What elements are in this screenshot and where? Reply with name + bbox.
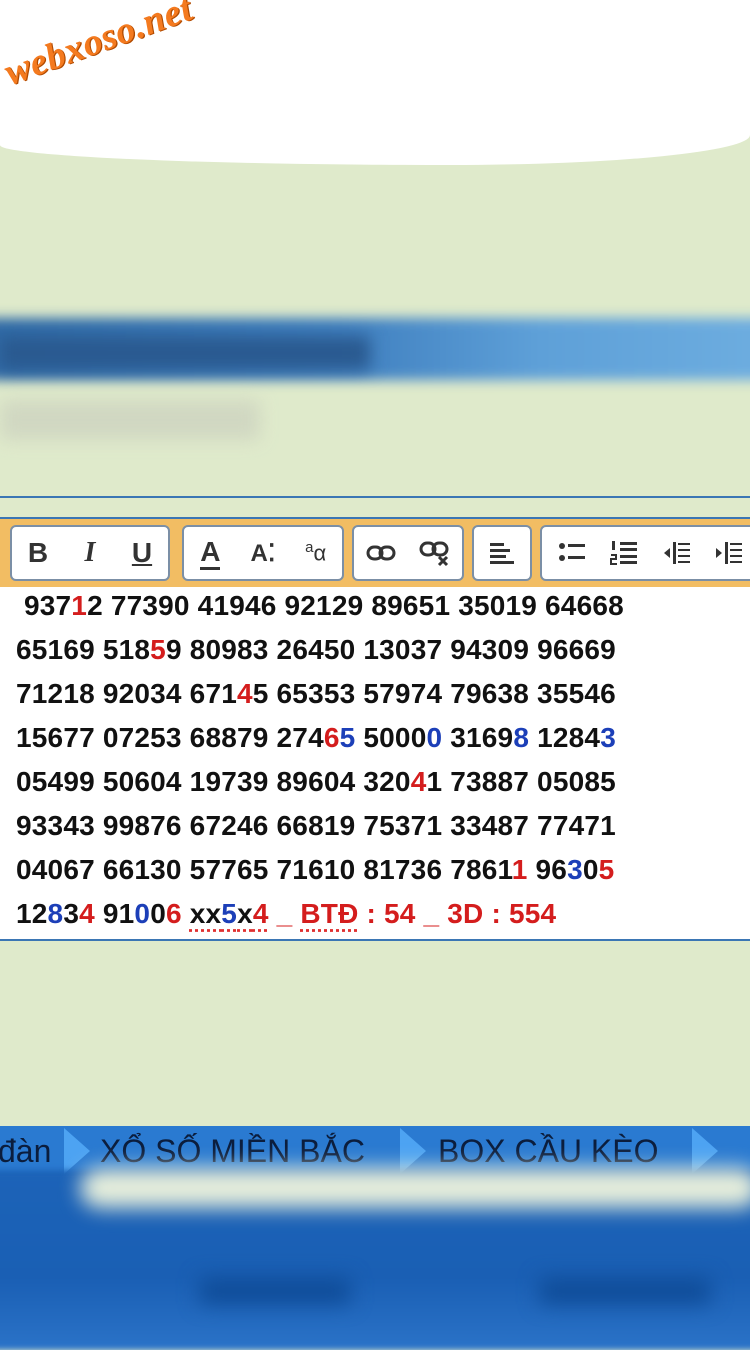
text-style-group: B I U bbox=[10, 525, 170, 581]
text-segment: 5000 bbox=[355, 722, 427, 753]
text-segment: 96 bbox=[527, 854, 568, 885]
blurred-footer-edge bbox=[80, 1168, 750, 1208]
content-line: 15677 07253 68879 27465 50000 31698 1284… bbox=[16, 722, 616, 754]
text-segment: 6 bbox=[165, 898, 182, 929]
text-segment: 5 bbox=[339, 722, 356, 753]
content-line: 93343 99876 67246 66819 75371 33487 7747… bbox=[16, 810, 616, 842]
blurred-subtitle bbox=[0, 400, 260, 440]
text-segment: 65169 518 bbox=[16, 634, 151, 665]
text-segment: 0 bbox=[134, 898, 151, 929]
link-icon bbox=[366, 545, 396, 561]
text-segment: 12 bbox=[16, 898, 48, 929]
text-segment: 04067 66130 57765 71610 81736 7861 bbox=[16, 854, 512, 885]
link-group bbox=[352, 525, 464, 581]
font-group: A A⁚ aα bbox=[182, 525, 344, 581]
text-segment: 8 bbox=[513, 722, 530, 753]
align-left-button[interactable] bbox=[482, 533, 522, 573]
text-segment: 4 bbox=[252, 898, 269, 929]
outdent-button[interactable] bbox=[656, 533, 696, 573]
indent-button[interactable] bbox=[708, 533, 748, 573]
text-segment: 0 bbox=[582, 854, 599, 885]
text-segment: 3 bbox=[567, 854, 583, 885]
text-segment: 15677 07253 68879 274 bbox=[16, 722, 324, 753]
content-line: 05499 50604 19739 89604 32041 73887 0508… bbox=[16, 766, 616, 798]
text-segment: 5 65353 57974 79638 35546 bbox=[252, 678, 616, 709]
list-group bbox=[540, 525, 750, 581]
text-segment: 3 bbox=[600, 722, 616, 753]
content-line: 12834 91006 xx5x4 _ BTĐ : 54 _ 3D : 554 bbox=[16, 898, 556, 930]
text-segment: : 54 _ 3D : 554 bbox=[358, 898, 557, 929]
outdent-icon bbox=[664, 542, 690, 564]
text-segment: 4 bbox=[79, 898, 95, 929]
text-segment: x bbox=[237, 898, 253, 929]
case-button[interactable]: aα bbox=[296, 533, 336, 573]
bold-button[interactable]: B bbox=[18, 533, 58, 573]
font-size-button[interactable]: A⁚ bbox=[243, 533, 283, 573]
text-segment: 4 bbox=[410, 766, 427, 797]
text-segment: 93343 99876 67246 66819 75371 33487 7747… bbox=[16, 810, 616, 841]
case-icon: aα bbox=[305, 539, 327, 566]
text-segment: 937 bbox=[16, 590, 72, 621]
bullet-list-button[interactable] bbox=[552, 533, 592, 573]
nav-item-label: XỔ SỐ MIỀN BẮC bbox=[100, 1132, 365, 1169]
bullet-list-icon bbox=[559, 543, 585, 561]
font-size-icon: A⁚ bbox=[250, 539, 276, 567]
unlink-button[interactable] bbox=[415, 533, 455, 573]
align-group bbox=[472, 525, 532, 581]
indent-icon bbox=[716, 542, 742, 564]
text-segment: 5 bbox=[598, 854, 615, 885]
text-segment: 9 80983 26450 13037 94309 96669 bbox=[165, 634, 616, 665]
text-segment: 3 bbox=[63, 898, 80, 929]
nav-item-label: đàn bbox=[0, 1132, 52, 1169]
text-segment bbox=[182, 898, 190, 929]
text-segment: 0 bbox=[426, 722, 443, 753]
numbered-list-icon bbox=[610, 541, 637, 565]
numbered-list-button[interactable] bbox=[604, 533, 644, 573]
content-line: 93712 77390 41946 92129 89651 35019 6466… bbox=[16, 590, 624, 622]
nav-arrow-icon bbox=[64, 1128, 90, 1174]
text-segment: 71218 92034 671 bbox=[16, 678, 237, 709]
underline-icon: U bbox=[131, 537, 153, 568]
text-segment: 5 bbox=[150, 634, 166, 665]
font-color-icon: A bbox=[200, 536, 221, 570]
text-segment: 6 bbox=[323, 722, 340, 753]
text-segment: 1284 bbox=[529, 722, 601, 753]
unlink-icon bbox=[419, 541, 449, 567]
text-segment: 4 bbox=[237, 678, 253, 709]
italic-button[interactable]: I bbox=[70, 533, 110, 573]
align-left-icon bbox=[490, 543, 514, 564]
editor-content[interactable]: 93712 77390 41946 92129 89651 35019 6466… bbox=[0, 587, 750, 941]
italic-icon: I bbox=[84, 537, 96, 568]
blurred-title-text bbox=[0, 336, 370, 370]
text-segment: 5 bbox=[221, 898, 238, 929]
editor-top-border bbox=[0, 496, 750, 498]
text-segment: 05499 50604 19739 89604 320 bbox=[16, 766, 411, 797]
font-color-button[interactable]: A bbox=[190, 533, 230, 573]
text-segment: 1 bbox=[71, 590, 88, 621]
text-segment: 1 73887 05085 bbox=[426, 766, 616, 797]
text-segment: BTĐ bbox=[300, 898, 359, 929]
text-segment: 1 bbox=[511, 854, 528, 885]
blurred-footer-text bbox=[200, 1278, 350, 1304]
editor-toolbar: B I U A A⁚ aα bbox=[0, 517, 750, 589]
text-segment: 0 bbox=[150, 898, 166, 929]
underline-button[interactable]: U bbox=[122, 533, 162, 573]
text-segment: 8 bbox=[47, 898, 64, 929]
blurred-footer-text bbox=[540, 1278, 710, 1304]
nav-item-partial[interactable]: đàn bbox=[0, 1126, 51, 1176]
bold-icon: B bbox=[27, 537, 49, 568]
text-segment: 2 77390 41946 92129 89651 35019 64668 bbox=[87, 590, 624, 621]
text-segment: 3169 bbox=[442, 722, 514, 753]
link-button[interactable] bbox=[361, 533, 401, 573]
text-segment: xx bbox=[189, 898, 222, 929]
text-segment: 91 bbox=[94, 898, 135, 929]
content-line: 65169 51859 80983 26450 13037 94309 9666… bbox=[16, 634, 616, 666]
content-line: 71218 92034 67145 65353 57974 79638 3554… bbox=[16, 678, 616, 710]
nav-item-label: BOX CẦU KÈO bbox=[438, 1132, 659, 1169]
content-line: 04067 66130 57765 71610 81736 78611 9630… bbox=[16, 854, 614, 886]
text-segment: _ bbox=[268, 898, 301, 929]
